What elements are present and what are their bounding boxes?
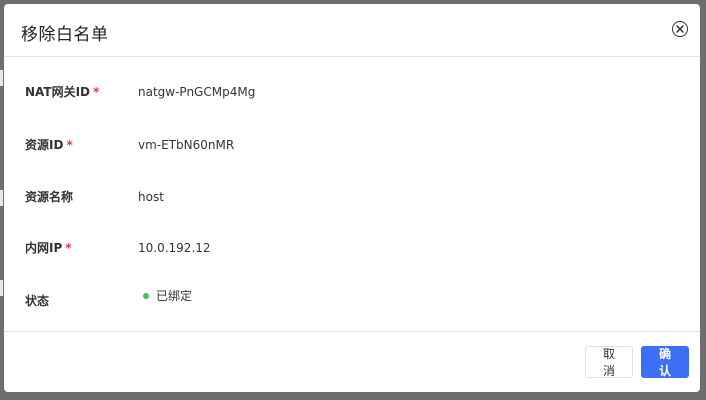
confirm-button[interactable]: 确认 — [641, 346, 689, 378]
field-value: 10.0.192.12 — [138, 241, 211, 255]
required-mark: * — [93, 85, 100, 99]
field-row-resource-id: 资源ID * vm-ETbN60nMR — [4, 135, 700, 155]
field-label: 资源ID * — [25, 138, 73, 152]
field-value: natgw-PnGCMp4Mg — [138, 85, 256, 99]
backdrop-fragment — [0, 190, 3, 206]
close-icon[interactable] — [672, 21, 688, 37]
required-mark: * — [65, 241, 72, 255]
dialog-title: 移除白名单 — [21, 25, 109, 45]
backdrop-fragment — [0, 280, 3, 296]
field-label: NAT网关ID * — [25, 85, 100, 99]
dialog-header: 移除白名单 — [4, 4, 700, 57]
field-row-resource-name: 资源名称 host — [4, 187, 700, 207]
status-value: 已绑定 — [143, 286, 192, 306]
field-label: 内网IP * — [25, 241, 72, 255]
field-row-status: 状态 已绑定 — [4, 289, 700, 311]
field-label: 状态 — [25, 294, 50, 308]
backdrop-fragment — [0, 70, 3, 86]
dialog-footer: 取消 确认 — [4, 332, 700, 392]
dialog-body: NAT网关ID * natgw-PnGCMp4Mg 资源ID * vm-ETbN60… — [4, 57, 700, 332]
field-label: 资源名称 — [25, 190, 74, 204]
status-text: 已绑定 — [156, 289, 193, 303]
field-value: vm-ETbN60nMR — [138, 138, 235, 152]
field-value: host — [138, 190, 164, 204]
cancel-button[interactable]: 取消 — [585, 346, 633, 378]
field-row-nat-gateway-id: NAT网关ID * natgw-PnGCMp4Mg — [4, 82, 700, 102]
required-mark: * — [66, 138, 73, 152]
field-row-private-ip: 内网IP * 10.0.192.12 — [4, 238, 700, 258]
status-dot-icon — [143, 292, 149, 299]
remove-whitelist-dialog: 移除白名单 NAT网关ID * natgw-PnGCMp4Mg 资源ID * vm-… — [4, 4, 700, 392]
